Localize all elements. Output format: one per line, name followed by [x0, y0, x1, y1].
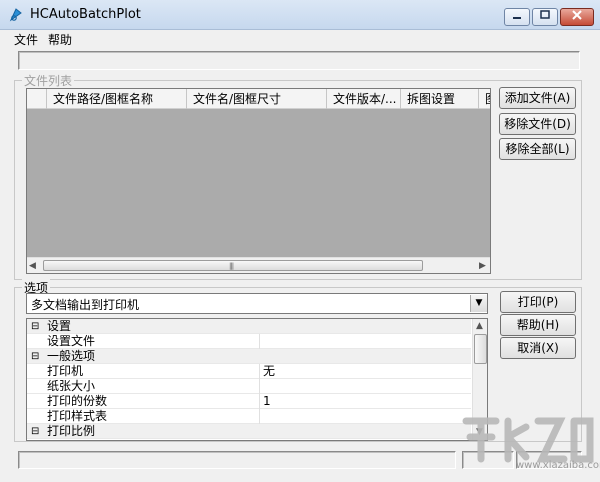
- cancel-button[interactable]: 取消(X): [500, 337, 576, 359]
- minimize-button[interactable]: [504, 8, 530, 26]
- column-divider: [259, 334, 260, 349]
- close-icon: [572, 10, 582, 20]
- scroll-left-arrow-icon[interactable]: ◀: [29, 261, 36, 271]
- status-panel-main: [18, 451, 456, 469]
- property-name: 打印比例: [47, 424, 96, 438]
- maximize-icon: [540, 10, 550, 19]
- property-grid[interactable]: ⊟ 设置 设置文件 ⊟ 一般选项 打印机无纸张大小 打印的份数 1 打印样式表 ⊟ 打印比例 ▲ ▼: [26, 318, 488, 441]
- property-name: 设置文件: [47, 334, 96, 348]
- property-name: 一般选项: [47, 349, 96, 363]
- property-row[interactable]: 打印的份数 1: [27, 394, 471, 409]
- property-category-row[interactable]: ⊟ 设置: [27, 319, 471, 334]
- path-display-bar: [18, 51, 580, 70]
- column-divider: [259, 364, 260, 379]
- property-value[interactable]: 无: [263, 364, 275, 379]
- collapse-toggle-icon[interactable]: ⊟: [31, 349, 39, 364]
- grip-icon: |||: [229, 262, 234, 270]
- property-category-row[interactable]: ⊟ 打印比例: [27, 424, 471, 439]
- file-list-table[interactable]: 文件路径/图框名称 文件名/图框尺寸 文件版本/... 拆图设置 图 ◀ |||…: [26, 88, 491, 274]
- output-mode-select[interactable]: 多文档输出到打印机 ▼: [26, 293, 488, 314]
- property-row[interactable]: 设置文件: [27, 334, 471, 349]
- property-row[interactable]: 纸张大小: [27, 379, 471, 394]
- remove-file-button[interactable]: 移除文件(D): [499, 113, 576, 135]
- menu-file[interactable]: 文件: [14, 31, 38, 48]
- minimize-icon: [513, 17, 521, 19]
- property-category-row[interactable]: ⊟ 一般选项: [27, 349, 471, 364]
- scroll-up-arrow-icon[interactable]: ▲: [476, 321, 483, 331]
- maximize-button[interactable]: [532, 8, 558, 26]
- remove-all-button[interactable]: 移除全部(L): [499, 138, 576, 160]
- column-header-version[interactable]: 文件版本/...: [327, 89, 401, 109]
- column-header-select[interactable]: [27, 89, 47, 109]
- title-bar: HCAutoBatchPlot: [0, 0, 600, 30]
- scrollbar-thumb[interactable]: |||: [43, 260, 423, 271]
- help-button[interactable]: 帮助(H): [500, 314, 576, 336]
- scrollbar-thumb[interactable]: [474, 334, 487, 364]
- horizontal-scrollbar[interactable]: ◀ ||| ▶: [27, 257, 490, 273]
- table-header: 文件路径/图框名称 文件名/图框尺寸 文件版本/... 拆图设置 图: [27, 89, 490, 109]
- print-button[interactable]: 打印(P): [500, 291, 576, 313]
- file-list-legend: 文件列表: [22, 72, 75, 89]
- property-row[interactable]: 打印机 无: [27, 364, 471, 379]
- property-name: 纸张大小: [47, 379, 96, 393]
- collapse-toggle-icon[interactable]: ⊟: [31, 424, 39, 439]
- collapse-toggle-icon[interactable]: ⊟: [31, 319, 39, 334]
- menu-help[interactable]: 帮助: [48, 31, 72, 48]
- output-mode-value: 多文档输出到打印机: [31, 298, 140, 312]
- property-name: 打印的份数: [47, 394, 108, 408]
- property-name: 打印机: [47, 364, 84, 378]
- column-divider: [259, 409, 260, 424]
- close-button[interactable]: [560, 8, 594, 26]
- chevron-down-icon[interactable]: ▼: [470, 295, 487, 312]
- add-file-button[interactable]: 添加文件(A): [499, 87, 576, 109]
- column-divider: [259, 394, 260, 409]
- menu-bar: 文件 帮助: [0, 30, 600, 48]
- property-name: 打印样式表: [47, 409, 108, 423]
- watermark-url: www.xiazaiba.com: [516, 460, 600, 471]
- column-header-path[interactable]: 文件路径/图框名称: [47, 89, 187, 109]
- window-title: HCAutoBatchPlot: [30, 7, 141, 22]
- scroll-right-arrow-icon[interactable]: ▶: [479, 261, 486, 271]
- column-divider: [259, 379, 260, 394]
- column-header-filename[interactable]: 文件名/图框尺寸: [187, 89, 327, 109]
- property-row[interactable]: 打印样式表: [27, 409, 471, 424]
- property-name: 设置: [47, 319, 72, 333]
- column-header-truncated[interactable]: 图: [479, 89, 490, 109]
- column-header-split-settings[interactable]: 拆图设置: [401, 89, 479, 109]
- property-value[interactable]: 1: [263, 394, 271, 409]
- app-icon: [8, 7, 24, 23]
